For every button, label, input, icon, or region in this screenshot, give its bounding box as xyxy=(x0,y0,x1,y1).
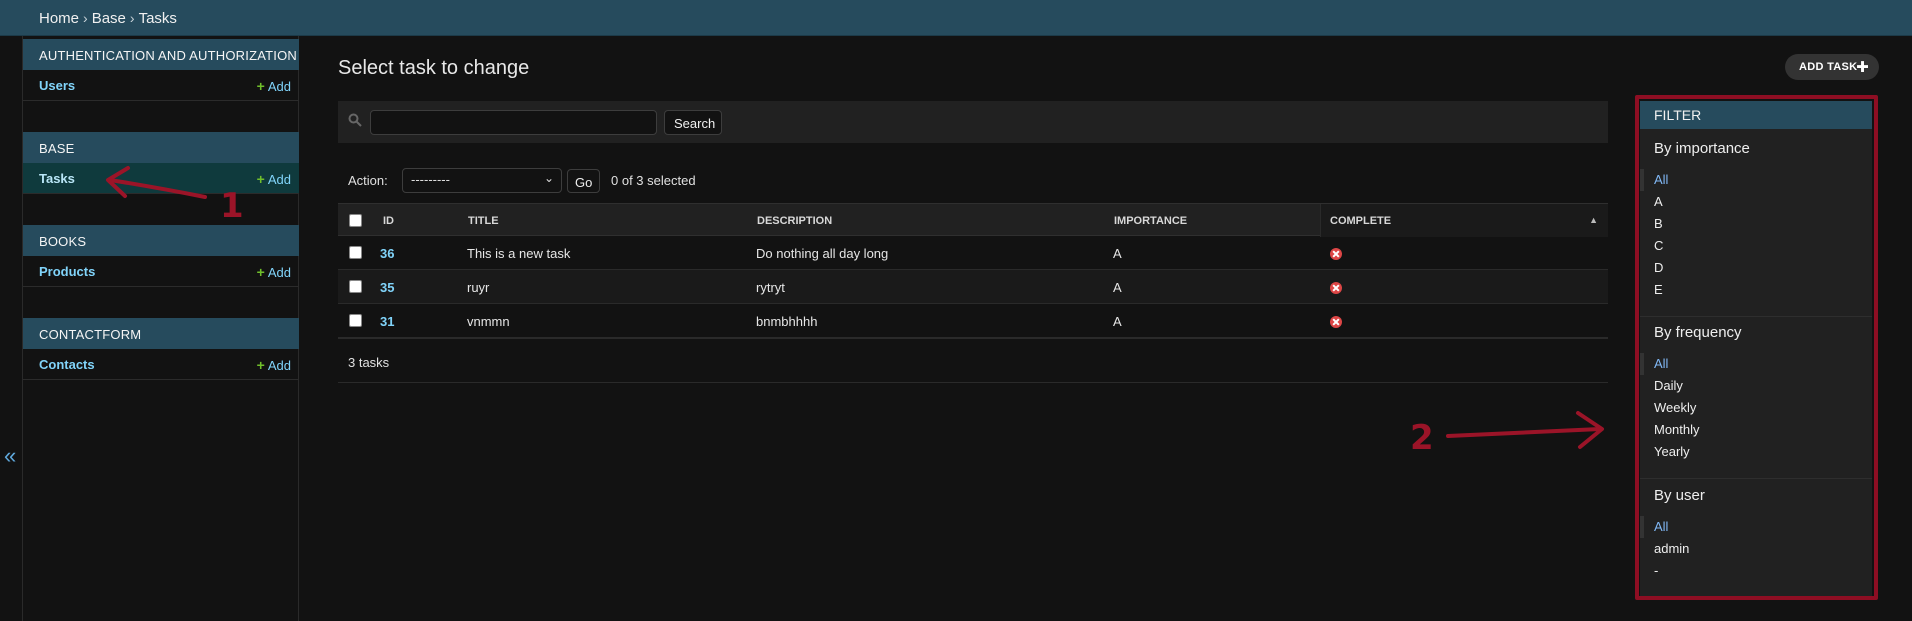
annotation-arrow-2 xyxy=(1446,427,1602,438)
annotation-number-2: 2 xyxy=(1410,418,1434,458)
annotation-number-1: 1 xyxy=(220,186,244,226)
annotation-arrows xyxy=(106,166,1604,449)
